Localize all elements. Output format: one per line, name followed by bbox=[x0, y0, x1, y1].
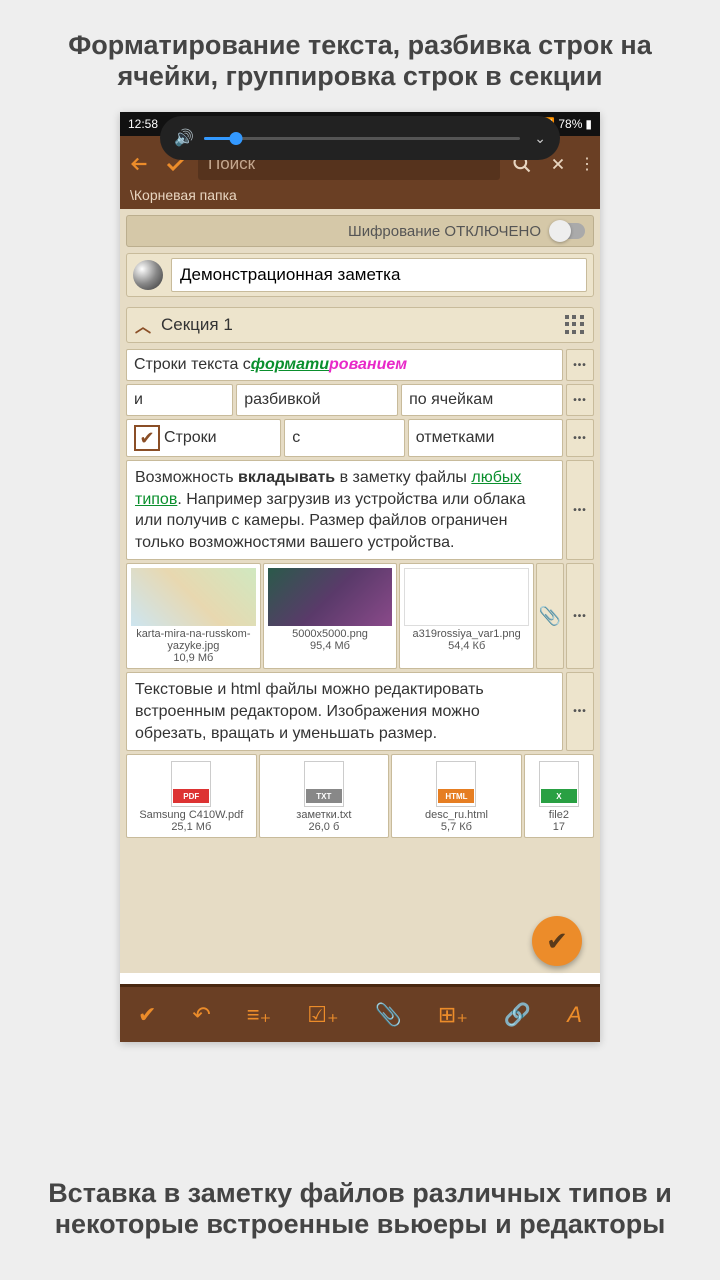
back-button[interactable] bbox=[126, 150, 154, 178]
html-file-icon: HTML bbox=[436, 761, 476, 807]
volume-icon: 🔊 bbox=[174, 128, 194, 148]
undo-icon[interactable]: ↶ bbox=[192, 1002, 210, 1028]
file-thumbnail[interactable]: PDF Samsung C410W.pdf 25,1 Мб bbox=[126, 754, 257, 838]
link-icon[interactable]: 🔗 bbox=[504, 1002, 531, 1028]
row-more-button[interactable]: ••• bbox=[566, 419, 594, 457]
top-caption: Форматирование текста, разбивка строк на… bbox=[0, 0, 720, 112]
row-more-button[interactable]: ••• bbox=[566, 349, 594, 381]
battery-icon: ▮ bbox=[585, 117, 592, 131]
image-thumbnail[interactable]: karta-mira-na-russkom-yazyke.jpg 10,9 Мб bbox=[126, 563, 261, 669]
file-thumbnail[interactable]: X file2 17 bbox=[524, 754, 594, 838]
file-thumbnails-row: PDF Samsung C410W.pdf 25,1 Мб TXT заметк… bbox=[126, 754, 594, 838]
bottom-toolbar: ✔ ↶ ≡₊ ☑₊ 📎 ⊞₊ 🔗 A bbox=[120, 984, 600, 1042]
battery-label: 78% bbox=[558, 117, 582, 131]
attach-icon[interactable]: 📎 bbox=[375, 1002, 402, 1028]
image-thumbnail[interactable]: a319rossiya_var1.png 54,4 Кб bbox=[399, 563, 534, 669]
phone-frame: 12:58 ⏰ 📶 78% ▮ 🔊 ⌄ Поиск ⋮ \Корневая па… bbox=[120, 112, 600, 1042]
section-header[interactable]: ︿ Секция 1 bbox=[126, 307, 594, 343]
note-icon[interactable] bbox=[133, 260, 163, 290]
txt-file-icon: TXT bbox=[304, 761, 344, 807]
note-title-row: Демонстрационная заметка bbox=[126, 253, 594, 297]
row-more-button[interactable]: ••• bbox=[566, 460, 594, 560]
row-more-button[interactable]: ••• bbox=[566, 384, 594, 416]
image-thumbnail[interactable]: 5000x5000.png 95,4 Мб bbox=[263, 563, 398, 669]
window-add-icon[interactable]: ⊞₊ bbox=[438, 1002, 468, 1028]
map-thumbnail-icon bbox=[131, 568, 256, 626]
xls-file-icon: X bbox=[539, 761, 579, 807]
bottom-caption: Вставка в заметку файлов различных типов… bbox=[0, 1158, 720, 1260]
volume-overlay[interactable]: 🔊 ⌄ bbox=[160, 116, 560, 160]
cell-with-checkbox[interactable]: ✔ Строки bbox=[126, 419, 281, 457]
collapse-icon[interactable]: ︿ bbox=[135, 313, 151, 337]
encryption-toggle[interactable] bbox=[549, 223, 585, 239]
cell[interactable]: с bbox=[284, 419, 404, 457]
cell[interactable]: по ячейкам bbox=[401, 384, 563, 416]
formatted-text: формати bbox=[251, 356, 329, 374]
check-icon[interactable]: ✔ bbox=[138, 1002, 156, 1028]
file-thumbnail[interactable]: HTML desc_ru.html 5,7 Кб bbox=[391, 754, 522, 838]
list-add-icon[interactable]: ≡₊ bbox=[247, 1002, 271, 1028]
row-more-button[interactable]: ••• bbox=[566, 563, 594, 669]
status-time: 12:58 bbox=[128, 117, 158, 131]
cells-row: и разбивкой по ячейкам ••• bbox=[126, 384, 594, 416]
format-icon[interactable]: A bbox=[567, 1002, 582, 1028]
plane-thumbnail-icon bbox=[404, 568, 529, 626]
fab-confirm-button[interactable]: ✔ bbox=[532, 916, 582, 966]
encryption-row: Шифрование ОТКЛЮЧЕНО bbox=[126, 215, 594, 247]
checkbox-checked[interactable]: ✔ bbox=[134, 425, 160, 451]
section-title: Секция 1 bbox=[161, 315, 555, 335]
text-block[interactable]: Текстовые и html файлы можно редактирова… bbox=[126, 672, 563, 751]
overflow-menu-icon[interactable]: ⋮ bbox=[580, 150, 594, 178]
checkbox-row: ✔ Строки с отметками ••• bbox=[126, 419, 594, 457]
attachment-icon[interactable]: 📎 bbox=[536, 563, 564, 669]
grid-icon[interactable] bbox=[565, 315, 585, 335]
cell[interactable]: разбивкой bbox=[236, 384, 398, 416]
paragraph-row: Текстовые и html файлы можно редактирова… bbox=[126, 672, 594, 751]
encryption-label: Шифрование ОТКЛЮЧЕНО bbox=[348, 223, 541, 240]
cell[interactable]: и bbox=[126, 384, 233, 416]
checkbox-add-icon[interactable]: ☑₊ bbox=[307, 1002, 338, 1028]
text-row: Строки текста с форматированием ••• bbox=[126, 349, 594, 381]
image-thumbnails-row: karta-mira-na-russkom-yazyke.jpg 10,9 Мб… bbox=[126, 563, 594, 669]
pdf-file-icon: PDF bbox=[171, 761, 211, 807]
formatted-text: рованием bbox=[329, 356, 407, 374]
row-more-button[interactable]: ••• bbox=[566, 672, 594, 751]
gradient-thumbnail-icon bbox=[268, 568, 393, 626]
breadcrumb[interactable]: \Корневая папка bbox=[120, 181, 600, 209]
file-thumbnail[interactable]: TXT заметки.txt 26,0 б bbox=[259, 754, 390, 838]
volume-slider[interactable] bbox=[204, 137, 520, 140]
paragraph-row: Возможность вкладывать в заметку файлы л… bbox=[126, 460, 594, 560]
chevron-down-icon[interactable]: ⌄ bbox=[534, 130, 546, 147]
cell[interactable]: отметками bbox=[408, 419, 563, 457]
note-title-input[interactable]: Демонстрационная заметка bbox=[171, 258, 587, 292]
text-cell[interactable]: Строки текста с форматированием bbox=[126, 349, 563, 381]
content-area: Шифрование ОТКЛЮЧЕНО Демонстрационная за… bbox=[120, 209, 600, 973]
text-block[interactable]: Возможность вкладывать в заметку файлы л… bbox=[126, 460, 563, 560]
